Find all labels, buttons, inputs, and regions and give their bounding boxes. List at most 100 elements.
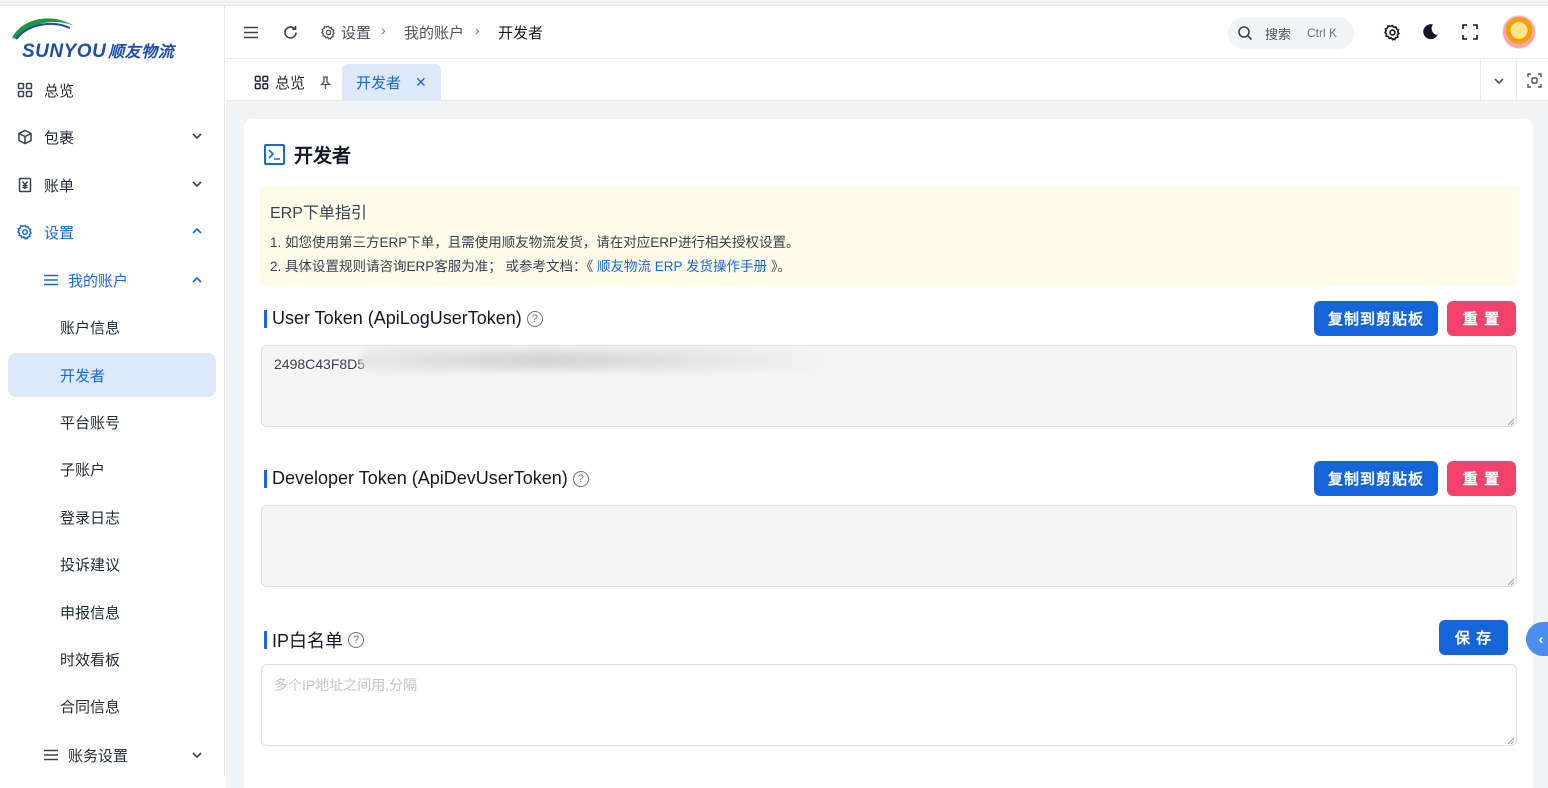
breadcrumb-label: 设置: [341, 25, 372, 42]
tab-label: 开发者: [356, 75, 402, 92]
tab-label: 总览: [275, 75, 306, 92]
help-icon[interactable]: ?: [572, 470, 589, 487]
ip-whitelist-input[interactable]: [261, 664, 1517, 746]
logo-cn: 顺友物流: [108, 44, 175, 61]
sidebar-item-label: 包裹: [44, 129, 75, 147]
tab-maximize-button[interactable]: [1516, 60, 1548, 101]
chevron-left-icon: ‹: [1538, 630, 1544, 648]
sidebar-item-developer[interactable]: 开发者: [8, 353, 216, 397]
copy-developer-token-button[interactable]: 复制到剪贴板: [1314, 461, 1438, 496]
package-icon: [16, 128, 34, 146]
breadcrumb-label: 开发者: [498, 25, 544, 42]
sidebar-item-account-info[interactable]: 账户信息: [8, 305, 216, 349]
breadcrumb-settings[interactable]: 设置: [321, 22, 371, 43]
dashboard-icon: [254, 75, 269, 90]
close-icon[interactable]: ✕: [415, 74, 427, 91]
sidebar-item-label: 投诉建议: [60, 556, 121, 574]
sidebar-item-label: 申报信息: [60, 604, 121, 622]
sidebar-item-login-log[interactable]: 登录日志: [8, 495, 216, 539]
section-title-text: IP白名单: [272, 631, 344, 651]
section-title-text: User Token (ApiLogUserToken): [272, 308, 522, 328]
tab-developer[interactable]: 开发者 ✕: [342, 64, 441, 101]
refresh-icon[interactable]: [279, 21, 301, 43]
logo-wordmark: SUNYOU 顺友物流: [22, 38, 174, 63]
sidebar-item-label: 账户信息: [60, 319, 121, 337]
sidebar: SUNYOU 顺友物流 总览 包裹 账单 设置 我的账户 账户信息 开发者 平台…: [0, 6, 225, 776]
section-title-text: Developer Token (ApiDevUserToken): [272, 468, 568, 488]
dashboard-icon: [16, 81, 34, 99]
breadcrumb-label: 我的账户: [404, 25, 465, 42]
sidebar-item-label: 平台账号: [60, 414, 121, 432]
section-marker: [264, 309, 267, 328]
sidebar-item-bills[interactable]: 账单: [0, 162, 225, 208]
resize-grip-icon[interactable]: [1505, 416, 1515, 426]
sidebar-item-feedback[interactable]: 投诉建议: [8, 542, 216, 586]
focus-icon: [1527, 73, 1542, 88]
section-marker: [264, 631, 267, 649]
sidebar-item-label: 总览: [44, 82, 75, 100]
search-button[interactable]: 搜索 Ctrl K: [1228, 17, 1354, 49]
developer-token-field[interactable]: [261, 505, 1517, 587]
chevron-down-icon: [1493, 77, 1504, 84]
sidebar-item-label: 开发者: [60, 367, 106, 385]
chevron-up-icon: [192, 227, 202, 234]
sidebar-item-sub-accounts[interactable]: 子账户: [8, 447, 216, 491]
sidebar-item-label: 账务设置: [68, 747, 129, 765]
app-root: SUNYOU 顺友物流 总览 包裹 账单 设置 我的账户 账户信息 开发者 平台…: [0, 0, 1548, 788]
menu-lines-icon: [44, 274, 58, 286]
erp-guide-notice: ERP下单指引 1. 如您使用第三方ERP下单，且需使用顺友物流发货，请在对应E…: [260, 186, 1518, 286]
sidebar-item-label: 合同信息: [60, 698, 121, 716]
terminal-icon: [264, 144, 285, 165]
sidebar-item-contract[interactable]: 合同信息: [8, 684, 216, 728]
help-icon[interactable]: ?: [348, 632, 365, 648]
gear-icon: [321, 25, 335, 40]
tab-overview[interactable]: 总览: [254, 64, 332, 101]
resize-grip-icon[interactable]: [1505, 576, 1515, 586]
resize-grip-icon[interactable]: [1505, 735, 1515, 745]
guide-line-2-prefix: 2. 具体设置规则请咨询ERP客服为准； 或参考文档：《: [270, 259, 594, 274]
brand-logo[interactable]: SUNYOU 顺友物流: [8, 12, 188, 64]
redacted-token-blur: [360, 350, 820, 370]
search-label: 搜索: [1265, 26, 1292, 42]
save-ip-whitelist-button[interactable]: 保 存: [1439, 620, 1508, 655]
moon-icon[interactable]: [1419, 21, 1441, 43]
help-icon[interactable]: ?: [526, 310, 543, 327]
sidebar-item-label: 登录日志: [60, 509, 121, 527]
sidebar-item-platform-accounts[interactable]: 平台账号: [8, 400, 216, 444]
sidebar-item-overview[interactable]: 总览: [0, 67, 225, 113]
chevron-down-icon: [192, 752, 202, 759]
sidebar-item-label: 设置: [44, 224, 75, 242]
sidebar-item-timeliness[interactable]: 时效看板: [8, 637, 216, 681]
developer-card: 开发者 ERP下单指引 1. 如您使用第三方ERP下单，且需使用顺友物流发货，请…: [244, 119, 1533, 788]
gear-icon: [16, 223, 34, 241]
sidebar-item-label: 子账户: [60, 461, 106, 479]
top-header: 设置 › 我的账户 › 开发者 搜索 Ctrl K: [226, 6, 1548, 59]
sidebar-item-declaration[interactable]: 申报信息: [8, 590, 216, 634]
settings-gear-icon[interactable]: [1381, 21, 1403, 43]
sidebar-item-label: 我的账户: [68, 272, 129, 290]
guide-line-1: 1. 如您使用第三方ERP下单，且需使用顺友物流发货，请在对应ERP进行相关授权…: [270, 235, 800, 250]
page-title-text: 开发者: [294, 146, 352, 167]
reset-user-token-button[interactable]: 重 置: [1447, 301, 1516, 336]
fullscreen-icon[interactable]: [1459, 21, 1481, 43]
pin-icon[interactable]: [319, 75, 332, 90]
avatar[interactable]: [1502, 15, 1536, 49]
erp-manual-link[interactable]: 顺友物流 ERP 发货操作手册: [593, 259, 771, 274]
chevron-down-icon: [192, 133, 202, 140]
sidebar-item-finance-settings[interactable]: 账务设置: [0, 732, 225, 778]
breadcrumb-my-account[interactable]: 我的账户: [404, 22, 464, 43]
reset-developer-token-button[interactable]: 重 置: [1447, 461, 1516, 496]
guide-line-2: 2. 具体设置规则请咨询ERP客服为准； 或参考文档：《 顺友物流 ERP 发货…: [270, 255, 791, 275]
breadcrumb-developer: 开发者: [498, 22, 543, 43]
developer-token-title: Developer Token (ApiDevUserToken) ?: [264, 468, 589, 489]
sidebar-item-label: 时效看板: [60, 651, 121, 669]
menu-toggle-icon[interactable]: [240, 21, 262, 43]
chevron-right-icon: ›: [475, 22, 480, 38]
sidebar-item-packages[interactable]: 包裹: [0, 114, 225, 160]
sidebar-item-settings[interactable]: 设置: [0, 209, 225, 255]
sidebar-item-my-account[interactable]: 我的账户: [0, 257, 225, 303]
copy-user-token-button[interactable]: 复制到剪贴板: [1314, 301, 1438, 336]
bill-icon: [16, 176, 34, 194]
tab-dropdown-button[interactable]: [1480, 60, 1516, 101]
page-title: 开发者: [264, 141, 351, 168]
